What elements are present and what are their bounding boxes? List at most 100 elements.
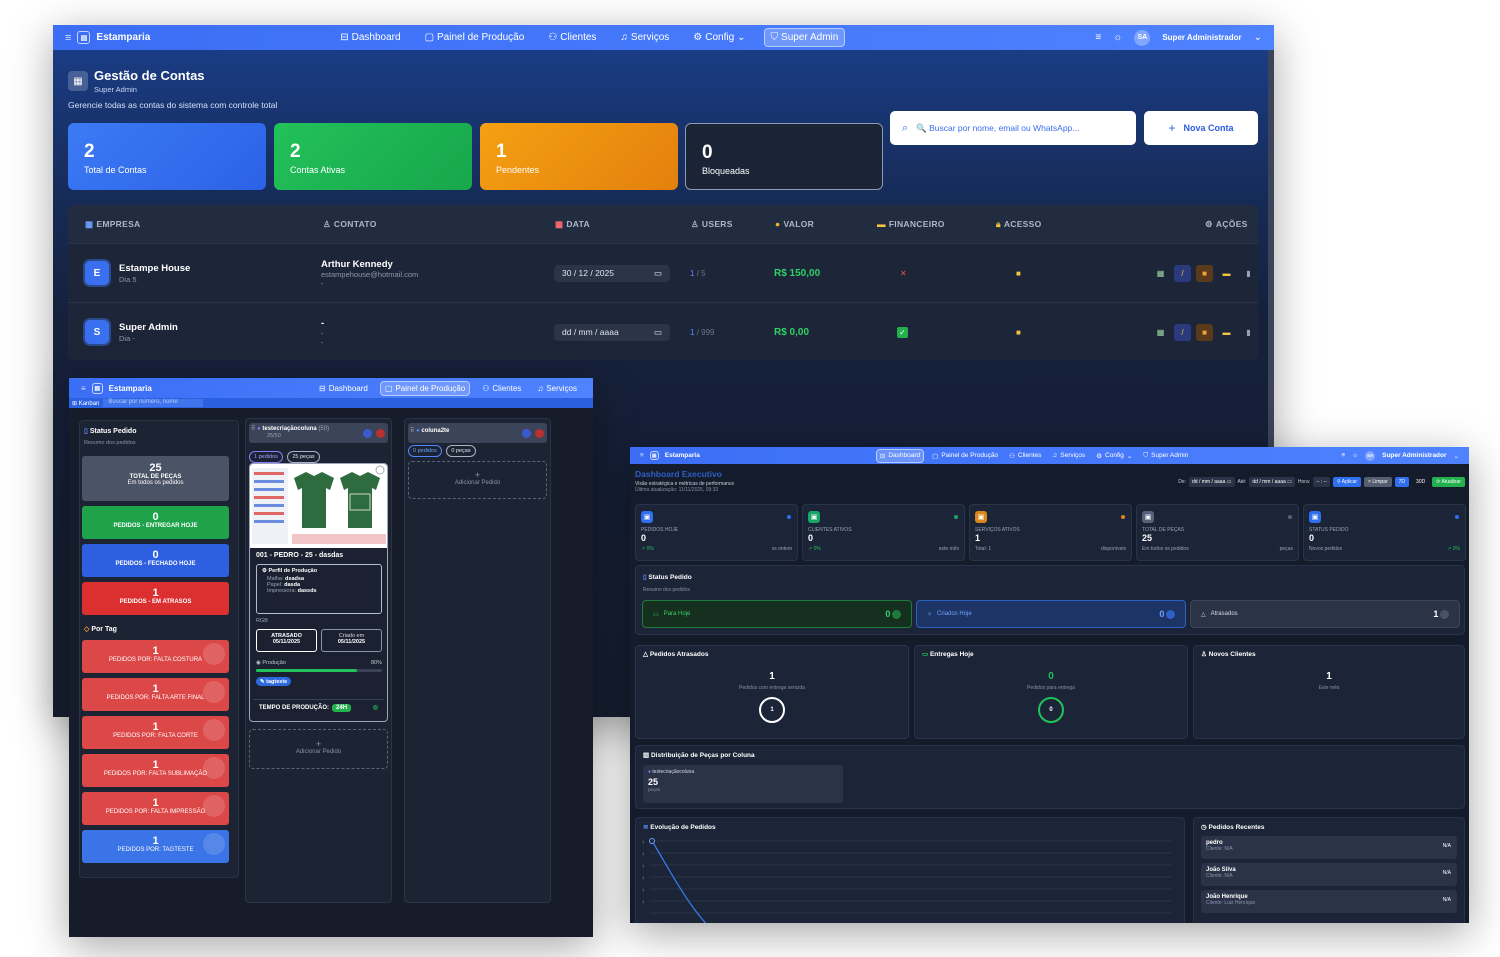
menu-icon[interactable]: ≡ (640, 452, 644, 459)
avatar[interactable]: SA (1134, 29, 1151, 46)
col-company[interactable]: ▦ EMPRESA (85, 205, 140, 243)
tag-chip[interactable]: ✎ tagteste (256, 677, 292, 686)
tag-box[interactable]: 1 PEDIDOS POR: TAGTESTE (82, 830, 229, 863)
lock-icon[interactable]: ■ (1016, 244, 1021, 302)
nav-services[interactable]: ♫ Serviços (614, 29, 675, 46)
nav-config[interactable]: ⚙ Config ⌄ (687, 29, 751, 46)
nav-services[interactable]: ♫ Serviços (1049, 450, 1088, 461)
clear-button[interactable]: × Limpar (1364, 477, 1392, 487)
lock-icon[interactable]: ■ (1196, 323, 1213, 341)
brand[interactable]: ≡ ▤ Estamparia (640, 451, 700, 460)
menu-icon[interactable]: ≡ (1341, 452, 1345, 459)
nav-super-admin[interactable]: ⛉ Super Admin (763, 28, 846, 47)
nav-production-board[interactable]: ▢ Painel de Produção (929, 450, 1001, 462)
status-box[interactable]: 0 PEDIDOS - ENTREGAR HOJE (82, 506, 229, 539)
finance-x-icon[interactable]: ✕ (900, 244, 907, 302)
delete-icon[interactable] (535, 429, 544, 438)
nav-dashboard[interactable]: ⊟ Dashboard (334, 29, 406, 46)
menu-icon[interactable]: ≡ (1095, 32, 1101, 43)
user-name[interactable]: Super Administrador (1382, 452, 1446, 459)
add-order-button[interactable]: + Adicionar Pedido (408, 461, 547, 499)
delete-icon[interactable] (376, 429, 385, 438)
table-row[interactable]: E Estampe House Dia 5 Arthur Kennedy estamp… (68, 243, 1258, 302)
brand[interactable]: ≡ ▤ Estamparia (65, 31, 150, 44)
refresh-button[interactable]: ⟳ Atualizar (1432, 477, 1465, 487)
tag-box[interactable]: 1 PEDIDOS POR: FALTA COSTURA (82, 640, 229, 673)
apply-button[interactable]: ⚲ Aplicar (1332, 477, 1362, 487)
status-box[interactable]: 1 PEDIDOS - EM ATRASOS (82, 582, 229, 615)
col-access[interactable]: 🔒︎ ACESSO (996, 205, 1042, 243)
nav-production-board[interactable]: ▢ Painel de Produção (419, 29, 531, 46)
end-date-input[interactable]: dd / mm / aaaa ▭ (1249, 477, 1295, 487)
status-late[interactable]: △ Atrasados 1 (1190, 600, 1460, 628)
report-icon[interactable]: ▦ (1152, 265, 1169, 282)
stat-total-accounts[interactable]: 2 Total de Contas (68, 123, 266, 190)
col-actions[interactable]: ⚙ AÇÕES (1205, 205, 1248, 243)
brand[interactable]: ≡ ▤ Estamparia (81, 382, 152, 394)
edit-icon[interactable]: / (1174, 264, 1191, 282)
user-name[interactable]: Super Administrador (1162, 33, 1241, 42)
finance-check-icon[interactable]: ✓ (897, 303, 908, 360)
kpi-card[interactable]: ▣ CLIENTES ATIVOS 0 ↗ 0% este mês (802, 504, 965, 561)
avatar[interactable]: SA (1365, 450, 1376, 461)
kanban-tab[interactable]: ⊞ Kanban (72, 400, 99, 407)
card-icon[interactable]: ▬ (1218, 265, 1235, 282)
tag-box[interactable]: 1 PEDIDOS POR: FALTA CORTE (82, 716, 229, 749)
search-input[interactable]: ⌕ 🔍 Buscar por nome, email ou WhatsApp..… (890, 111, 1136, 145)
lock-icon[interactable]: ■ (1196, 264, 1213, 282)
date-input[interactable]: 30 / 12 / 2025 ▭ (554, 264, 670, 282)
menu-icon[interactable]: ≡ (81, 384, 86, 393)
kpi-card[interactable]: ▣ SERVIÇOS ATIVOS 1 Total: 1 disponíveis (969, 504, 1132, 561)
col-users[interactable]: ♙ USERS (691, 205, 733, 243)
drag-handle-icon[interactable]: ⠿ (410, 428, 414, 434)
tag-box[interactable]: 1 PEDIDOS POR: FALTA SUBLIMAÇÃO (82, 754, 229, 787)
lock-icon[interactable]: ■ (1016, 303, 1021, 360)
start-date-input[interactable]: dd / mm / aaaa ▭ (1189, 477, 1235, 487)
table-row[interactable]: S Super Admin Dia - --- dd / mm / aaaa ▭ 1 … (68, 302, 1258, 360)
drag-handle-icon[interactable]: ⠿ (251, 426, 255, 432)
chevron-down-icon[interactable]: ⌄ (1454, 452, 1459, 460)
kpi-card[interactable]: ▣ PEDIDOS HOJE 0 ↗ 0% vs ontem (635, 504, 798, 561)
col-date[interactable]: ▦ DATA (555, 205, 590, 243)
trash-icon[interactable]: ▮ (1240, 265, 1257, 282)
nav-clients[interactable]: ⚇ Clientes (542, 29, 602, 46)
range-7d-button[interactable]: 7D (1394, 477, 1410, 487)
distribution-item[interactable]: ● testecriaçãocoluna 25 peças (643, 765, 843, 803)
order-card[interactable]: 001 - PEDRO - 25 - dasdas ⚙ Perfil de Pr… (249, 463, 388, 722)
status-today[interactable]: ▭ Para Hoje 0 (642, 600, 912, 628)
edit-icon[interactable] (363, 429, 372, 438)
status-created-today[interactable]: ✧ Criados Hoje 0 (916, 600, 1186, 628)
stat-active-accounts[interactable]: 2 Contas Ativas (274, 123, 472, 190)
recent-order-item[interactable]: João Silva Cliente: N/A N/A (1201, 863, 1457, 886)
kpi-card[interactable]: ▣ STATUS PEDIDO 0 Novos pedidos ↗ 0% (1303, 504, 1466, 561)
theme-icon[interactable]: ☼ (1352, 452, 1358, 459)
recent-order-item[interactable]: João Henrique Cliente: Luiz Henrique N/A (1201, 890, 1457, 913)
menu-icon[interactable]: ≡ (65, 32, 71, 44)
stat-pending-accounts[interactable]: 1 Pendentes (480, 123, 678, 190)
tag-box[interactable]: 1 PEDIDOS POR: FALTA IMPRESSÃO (82, 792, 229, 825)
edit-icon[interactable]: / (1174, 323, 1191, 341)
theme-icon[interactable]: ☼ (1113, 32, 1122, 43)
trash-icon[interactable]: ▮ (1240, 324, 1257, 341)
recent-order-item[interactable]: pedro Cliente: N/A N/A (1201, 836, 1457, 859)
order-search-input[interactable]: Buscar por número, nome (103, 399, 204, 407)
add-order-button[interactable]: + Adicionar Pedido (249, 729, 388, 769)
report-icon[interactable]: ▦ (1152, 324, 1169, 341)
total-pieces-box[interactable]: 25 TOTAL DE PEÇAS Em todos os pedidos (82, 456, 229, 501)
nav-dashboard[interactable]: ⊟ Dashboard (315, 382, 372, 395)
col-contact[interactable]: ♙ CONTATO (323, 205, 377, 243)
new-account-button[interactable]: + Nova Conta (1144, 111, 1258, 145)
range-30d-button[interactable]: 30D (1412, 477, 1429, 487)
chevron-down-icon[interactable]: ⌄ (1254, 32, 1262, 43)
stat-blocked-accounts[interactable]: 0 Bloqueadas (685, 123, 883, 190)
col-value[interactable]: ● VALOR (775, 205, 814, 243)
date-input[interactable]: dd / mm / aaaa ▭ (554, 323, 670, 341)
nav-super-admin[interactable]: ⛉ Super Admin (1140, 450, 1191, 462)
edit-icon[interactable] (522, 429, 531, 438)
nav-clients[interactable]: ⚇ Clientes (1006, 450, 1044, 462)
nav-clients[interactable]: ⚇ Clientes (478, 382, 525, 395)
nav-config[interactable]: ⚙ Config ⌄ (1093, 450, 1135, 462)
nav-dashboard[interactable]: ⊟ Dashboard (875, 448, 925, 463)
evolution-point[interactable] (649, 838, 655, 844)
nav-production-board[interactable]: ▢ Painel de Produção (379, 380, 471, 396)
